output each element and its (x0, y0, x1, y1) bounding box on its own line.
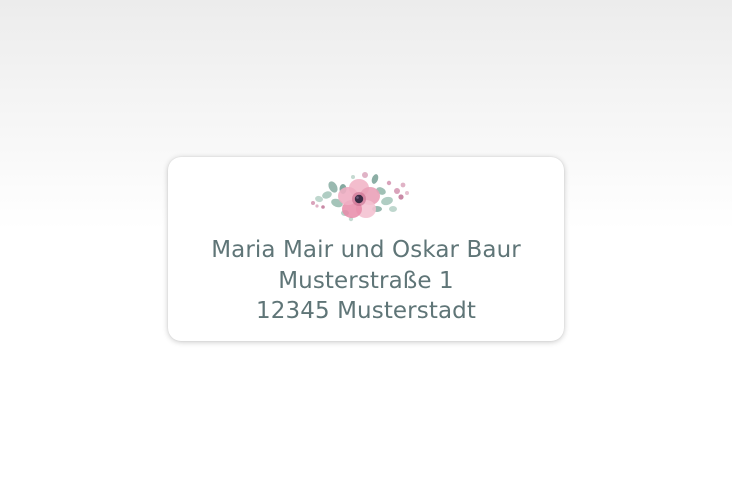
address-line-city: 12345 Musterstadt (256, 298, 476, 324)
address-line-names: Maria Mair und Oskar Baur (211, 237, 521, 263)
watercolor-flower-icon (311, 172, 409, 222)
page: { "address_label": { "decoration_icon": … (0, 0, 732, 500)
recipient-address: Maria Mair und Oskar Baur Musterstraße 1… (168, 235, 564, 327)
address-label-card: Maria Mair und Oskar Baur Musterstraße 1… (168, 157, 564, 341)
address-line-street: Musterstraße 1 (278, 267, 454, 294)
